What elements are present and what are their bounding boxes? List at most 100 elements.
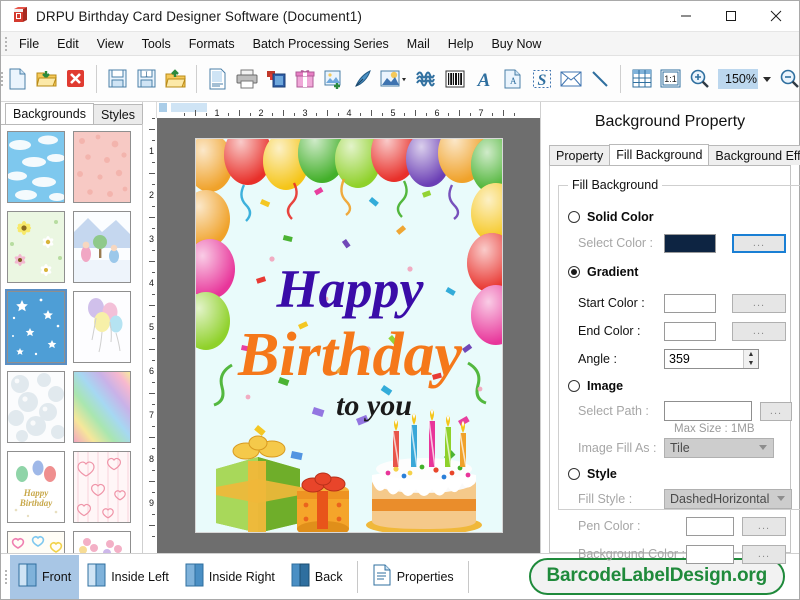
tab-property[interactable]: Property <box>549 145 610 165</box>
actual-size-icon[interactable]: 1:1 <box>657 64 684 94</box>
menu-batch-processing-series[interactable]: Batch Processing Series <box>244 34 398 54</box>
chevron-down-icon[interactable] <box>759 445 767 450</box>
balloon-bunches-background[interactable] <box>73 531 131 553</box>
colorful-hearts-background[interactable] <box>7 531 65 553</box>
maximize-button[interactable] <box>708 1 753 32</box>
print-icon[interactable] <box>233 64 260 94</box>
tab-backgrounds[interactable]: Backgrounds <box>5 103 94 124</box>
menu-drag-grip[interactable] <box>1 32 10 55</box>
tab-fill-background[interactable]: Fill Background <box>609 144 709 165</box>
style-radio-row[interactable]: Style <box>568 463 792 485</box>
happy-birthday-balloons-background[interactable]: Happy Birthday <box>7 451 65 523</box>
winter-scene-background[interactable] <box>73 211 131 283</box>
angle-spinner-arrows[interactable]: ▲ ▼ <box>743 350 758 368</box>
ruler-tick <box>152 360 155 361</box>
zoom-in-icon[interactable] <box>686 64 713 94</box>
signature-icon[interactable] <box>412 64 439 94</box>
ruler-tick <box>149 393 155 394</box>
style-radio[interactable] <box>568 468 580 480</box>
pastel-balloons-background[interactable] <box>73 291 131 363</box>
pink-hearts-background[interactable] <box>73 451 131 523</box>
spinner-down-icon[interactable]: ▼ <box>744 359 758 368</box>
menu-mail[interactable]: Mail <box>398 34 439 54</box>
menu-help[interactable]: Help <box>439 34 483 54</box>
image-radio[interactable] <box>568 380 580 392</box>
export-folder-icon[interactable] <box>162 64 189 94</box>
gradient-radio[interactable] <box>568 266 580 278</box>
blue-stars-background[interactable] <box>7 291 65 363</box>
image-fill-as-combobox[interactable]: Tile <box>664 438 774 458</box>
ruler-tick <box>152 272 155 273</box>
card-shape-icon[interactable] <box>262 64 289 94</box>
menu-view[interactable]: View <box>88 34 133 54</box>
minimize-button[interactable] <box>663 1 708 32</box>
select-path-browse-button[interactable]: ... <box>760 402 792 421</box>
start-color-browse-button[interactable]: ... <box>732 294 786 313</box>
card-side-front[interactable]: Front <box>10 555 79 599</box>
menu-file[interactable]: File <box>10 34 48 54</box>
end-color-browse-button[interactable]: ... <box>732 322 786 341</box>
grid-icon[interactable] <box>628 64 655 94</box>
background-color-swatch[interactable] <box>686 545 734 564</box>
new-document-icon[interactable] <box>4 64 31 94</box>
zoom-out-icon[interactable] <box>776 64 800 94</box>
menu-tools[interactable]: Tools <box>133 34 180 54</box>
menu-formats[interactable]: Formats <box>180 34 244 54</box>
canvas-viewport[interactable]: Happy Birthday to you <box>157 118 540 553</box>
properties-button[interactable]: Properties <box>364 555 462 599</box>
card-side-back[interactable]: Back <box>283 555 351 599</box>
tab-styles[interactable]: Styles <box>93 104 143 124</box>
menu-edit[interactable]: Edit <box>48 34 88 54</box>
fill-style-combobox[interactable]: DashedHorizontal <box>664 489 792 509</box>
bubbles-background[interactable] <box>7 371 65 443</box>
line-tool-icon[interactable] <box>586 64 613 94</box>
select-color-browse-button[interactable]: ... <box>732 234 786 253</box>
daisy-flowers-background[interactable] <box>7 211 65 283</box>
select-color-swatch[interactable] <box>664 234 716 253</box>
save-as-icon[interactable]: I <box>133 64 160 94</box>
toolbar-drag-grip[interactable] <box>1 56 3 101</box>
clouds-sky-background[interactable] <box>7 131 65 203</box>
end-color-swatch[interactable] <box>664 322 716 341</box>
text-tool-icon[interactable]: A <box>470 64 497 94</box>
zoom-level-combobox[interactable]: 150% <box>718 69 758 89</box>
picture-shape-icon[interactable] <box>378 64 410 94</box>
pink-texture-background[interactable] <box>73 131 131 203</box>
close-document-icon[interactable] <box>62 64 89 94</box>
start-color-swatch[interactable] <box>664 294 716 313</box>
chevron-down-icon[interactable] <box>763 77 771 82</box>
open-folder-icon[interactable] <box>33 64 60 94</box>
horizontal-ruler[interactable]: 1234567 <box>157 102 540 118</box>
pen-tool-icon[interactable] <box>349 64 376 94</box>
select-path-input[interactable] <box>664 401 752 421</box>
ruler-tick <box>149 525 155 526</box>
spinner-up-icon[interactable]: ▲ <box>744 350 758 359</box>
solid-color-radio[interactable] <box>568 211 580 223</box>
page-setup-icon[interactable] <box>204 64 231 94</box>
card-side-inside-left[interactable]: Inside Left <box>79 555 177 599</box>
gift-icon[interactable] <box>291 64 318 94</box>
angle-spinner[interactable]: 359 ▲ ▼ <box>664 349 759 369</box>
birthday-card-artwork[interactable]: Happy Birthday to you <box>195 138 503 533</box>
menu-buy-now[interactable]: Buy Now <box>482 34 550 54</box>
email-icon[interactable] <box>557 64 584 94</box>
chevron-down-icon[interactable] <box>777 496 785 501</box>
rainbow-gradient-background[interactable] <box>73 371 131 443</box>
gradient-radio-row[interactable]: Gradient <box>568 261 792 283</box>
watermark-icon[interactable]: A <box>499 64 526 94</box>
close-button[interactable] <box>753 1 799 32</box>
save-icon[interactable] <box>104 64 131 94</box>
solid-color-radio-row[interactable]: Solid Color <box>568 206 792 228</box>
card-side-inside-right[interactable]: Inside Right <box>177 555 283 599</box>
pen-color-swatch[interactable] <box>686 517 734 536</box>
background-color-browse-button[interactable]: ... <box>742 545 786 564</box>
barcode-icon[interactable] <box>441 64 468 94</box>
shape-tool-icon[interactable]: S <box>528 64 555 94</box>
background-thumbnail-list[interactable]: Happy Birthday <box>1 124 142 553</box>
statusbar-drag-grip[interactable] <box>1 554 10 599</box>
pen-color-browse-button[interactable]: ... <box>742 517 786 536</box>
vertical-ruler[interactable]: 123456789 <box>143 118 157 553</box>
tab-background-effects[interactable]: Background Effects <box>708 145 800 165</box>
image-radio-row[interactable]: Image <box>568 375 792 397</box>
insert-image-icon[interactable] <box>320 64 347 94</box>
